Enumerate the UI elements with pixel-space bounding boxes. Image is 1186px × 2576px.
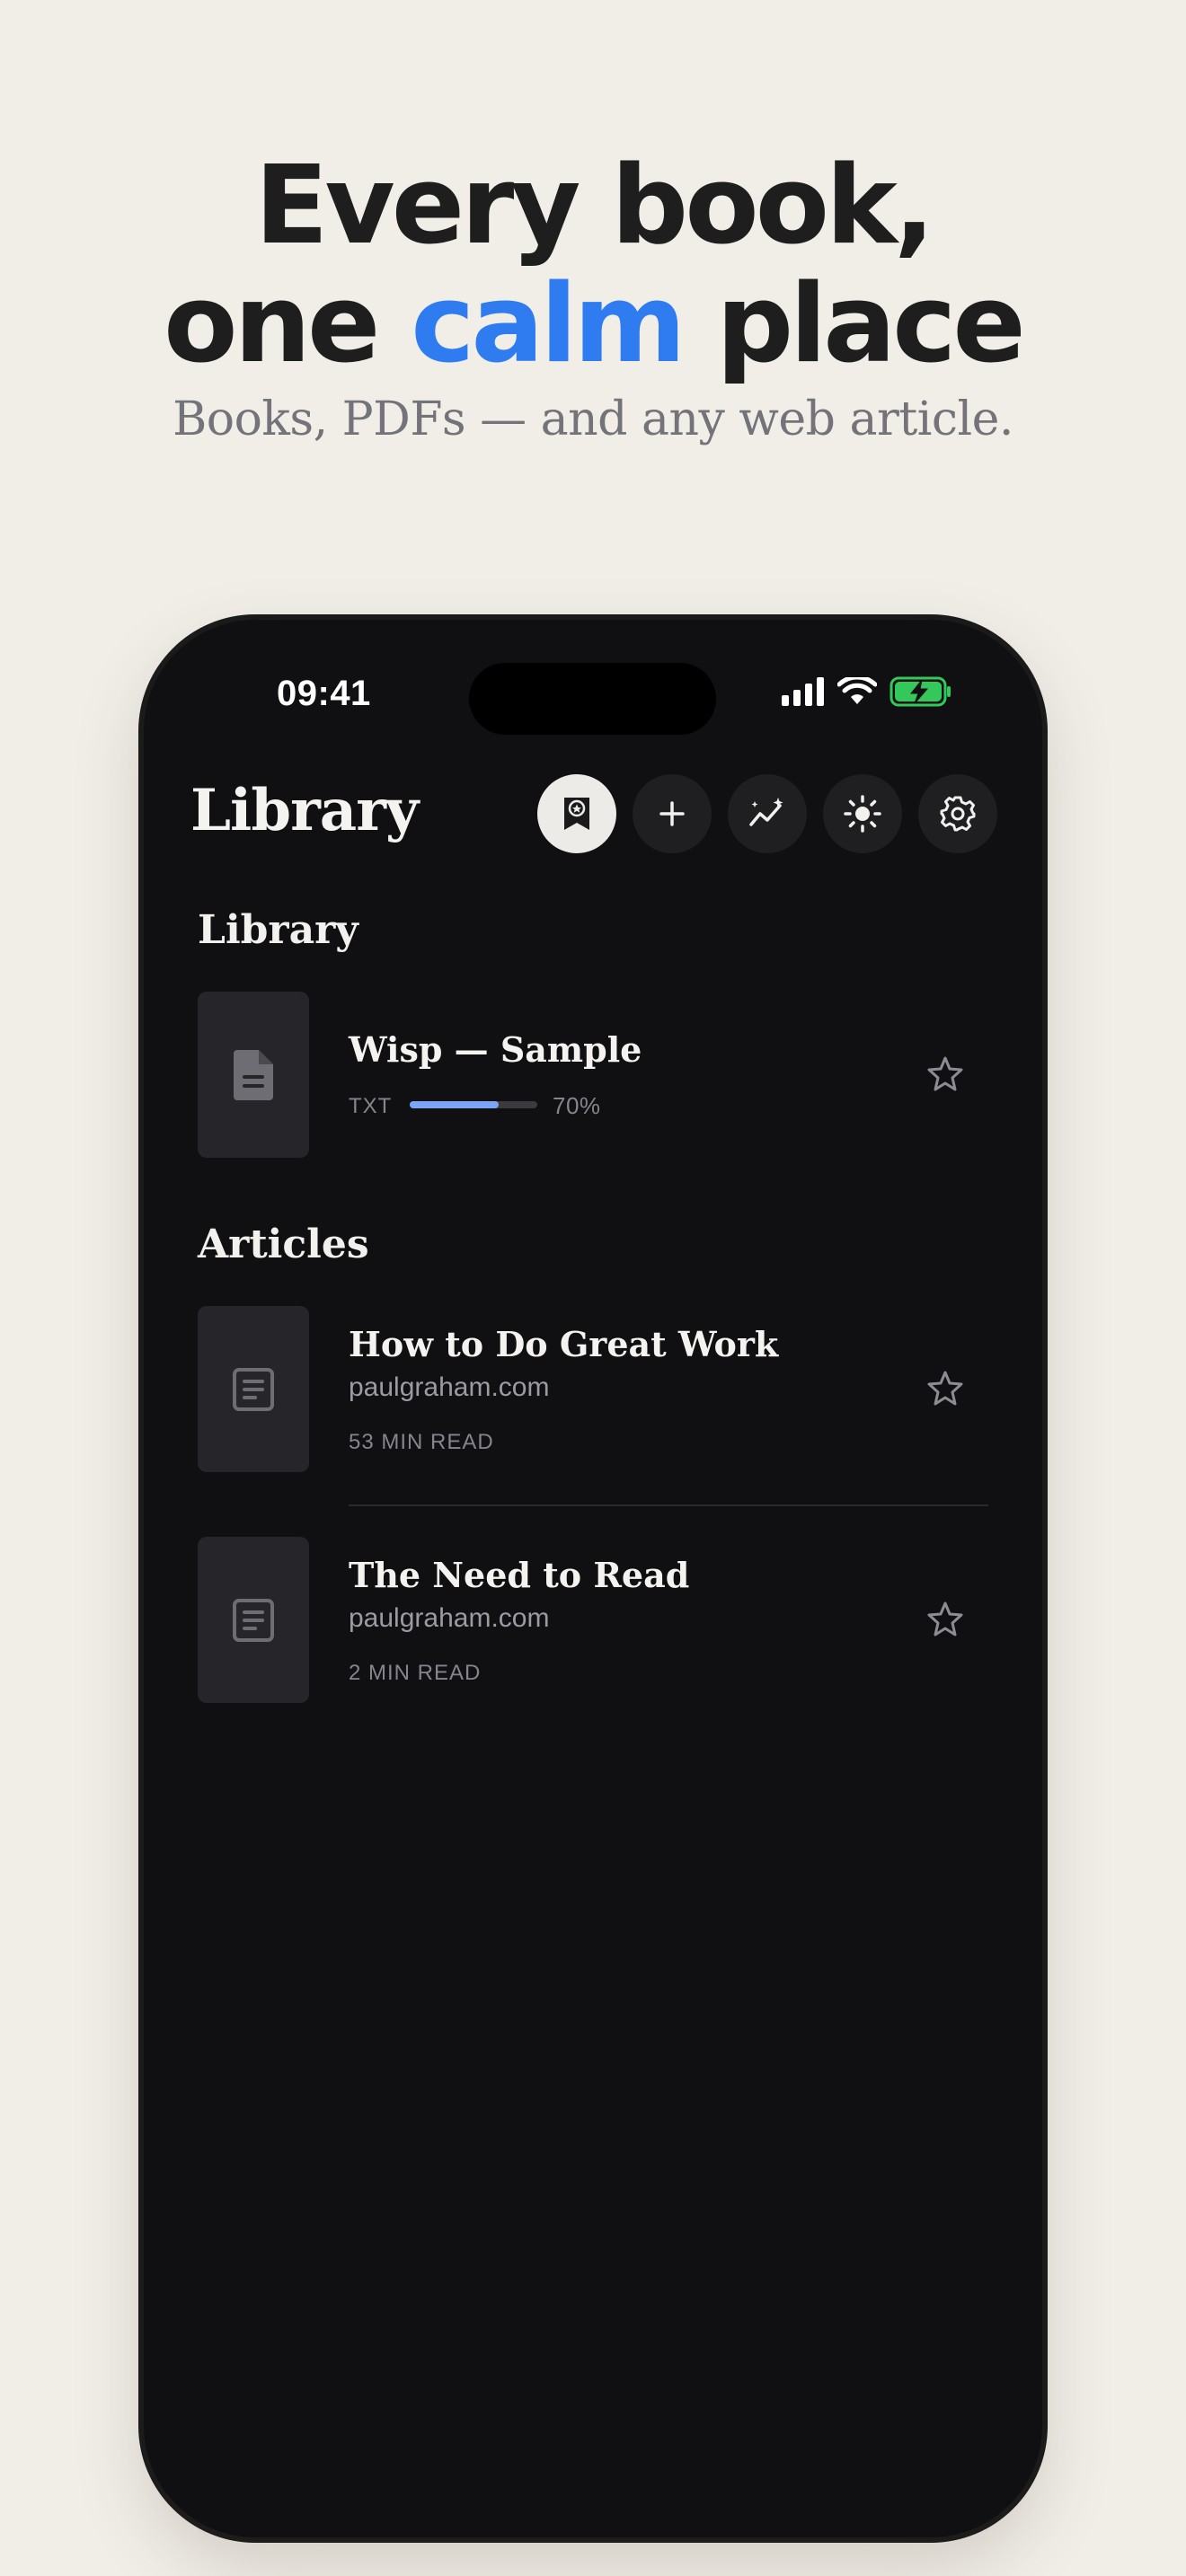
book-cover	[198, 992, 309, 1158]
wifi-icon	[837, 677, 877, 704]
hero-title-part: one	[164, 262, 412, 387]
favorite-star-icon[interactable]	[925, 1369, 965, 1408]
hero-subtitle: Books, PDFs — and any web article.	[173, 393, 1013, 446]
article-thumbnail	[198, 1537, 309, 1703]
battery-charging-icon	[890, 676, 951, 707]
progress-fill	[410, 1101, 500, 1108]
favorite-star-icon[interactable]	[925, 1054, 965, 1094]
hero-title-accent: calm	[411, 262, 686, 387]
favorite-star-icon[interactable]	[925, 1600, 965, 1639]
item-read-time: 53 MIN READ	[349, 1430, 494, 1454]
settings-button[interactable]	[918, 774, 997, 853]
theme-button[interactable]	[823, 774, 902, 853]
cellular-signal-icon	[782, 677, 824, 706]
articles-section-title: Articles	[198, 1222, 369, 1267]
status-icons	[780, 674, 952, 710]
item-format: TXT	[349, 1094, 393, 1118]
hero-title-part: place	[682, 262, 1026, 387]
article-thumbnail	[198, 1306, 309, 1472]
item-domain: paulgraham.com	[349, 1603, 550, 1633]
document-icon	[234, 1049, 273, 1100]
item-title: How to Do Great Work	[349, 1324, 779, 1364]
plus-icon	[659, 801, 685, 826]
status-time: 09:41	[277, 674, 371, 713]
item-domain: paulgraham.com	[349, 1372, 550, 1402]
achievements-button[interactable]	[537, 774, 616, 853]
sparkle-chart-icon	[749, 798, 783, 826]
sun-icon	[844, 795, 881, 833]
hero-title-line1: Every book,	[254, 144, 935, 269]
gear-icon	[940, 796, 976, 832]
item-title: The Need to Read	[349, 1555, 690, 1595]
header-title: Library	[190, 777, 419, 844]
list-divider	[349, 1504, 988, 1506]
item-title: Wisp — Sample	[349, 1029, 642, 1070]
dynamic-island	[469, 663, 716, 735]
progress-bar	[410, 1101, 537, 1108]
item-read-time: 2 MIN READ	[349, 1661, 482, 1685]
stats-button[interactable]	[728, 774, 807, 853]
phone-frame: 09:41 Library Library Wisp — Sample TXT …	[144, 620, 1042, 2537]
article-icon	[233, 1367, 274, 1411]
article-icon	[233, 1598, 274, 1642]
add-button[interactable]	[633, 774, 712, 853]
hero-title-line2: one calm place	[0, 271, 1186, 379]
progress-label: 70%	[553, 1092, 601, 1119]
award-ribbon-icon	[564, 798, 589, 830]
library-section-title: Library	[198, 907, 358, 953]
